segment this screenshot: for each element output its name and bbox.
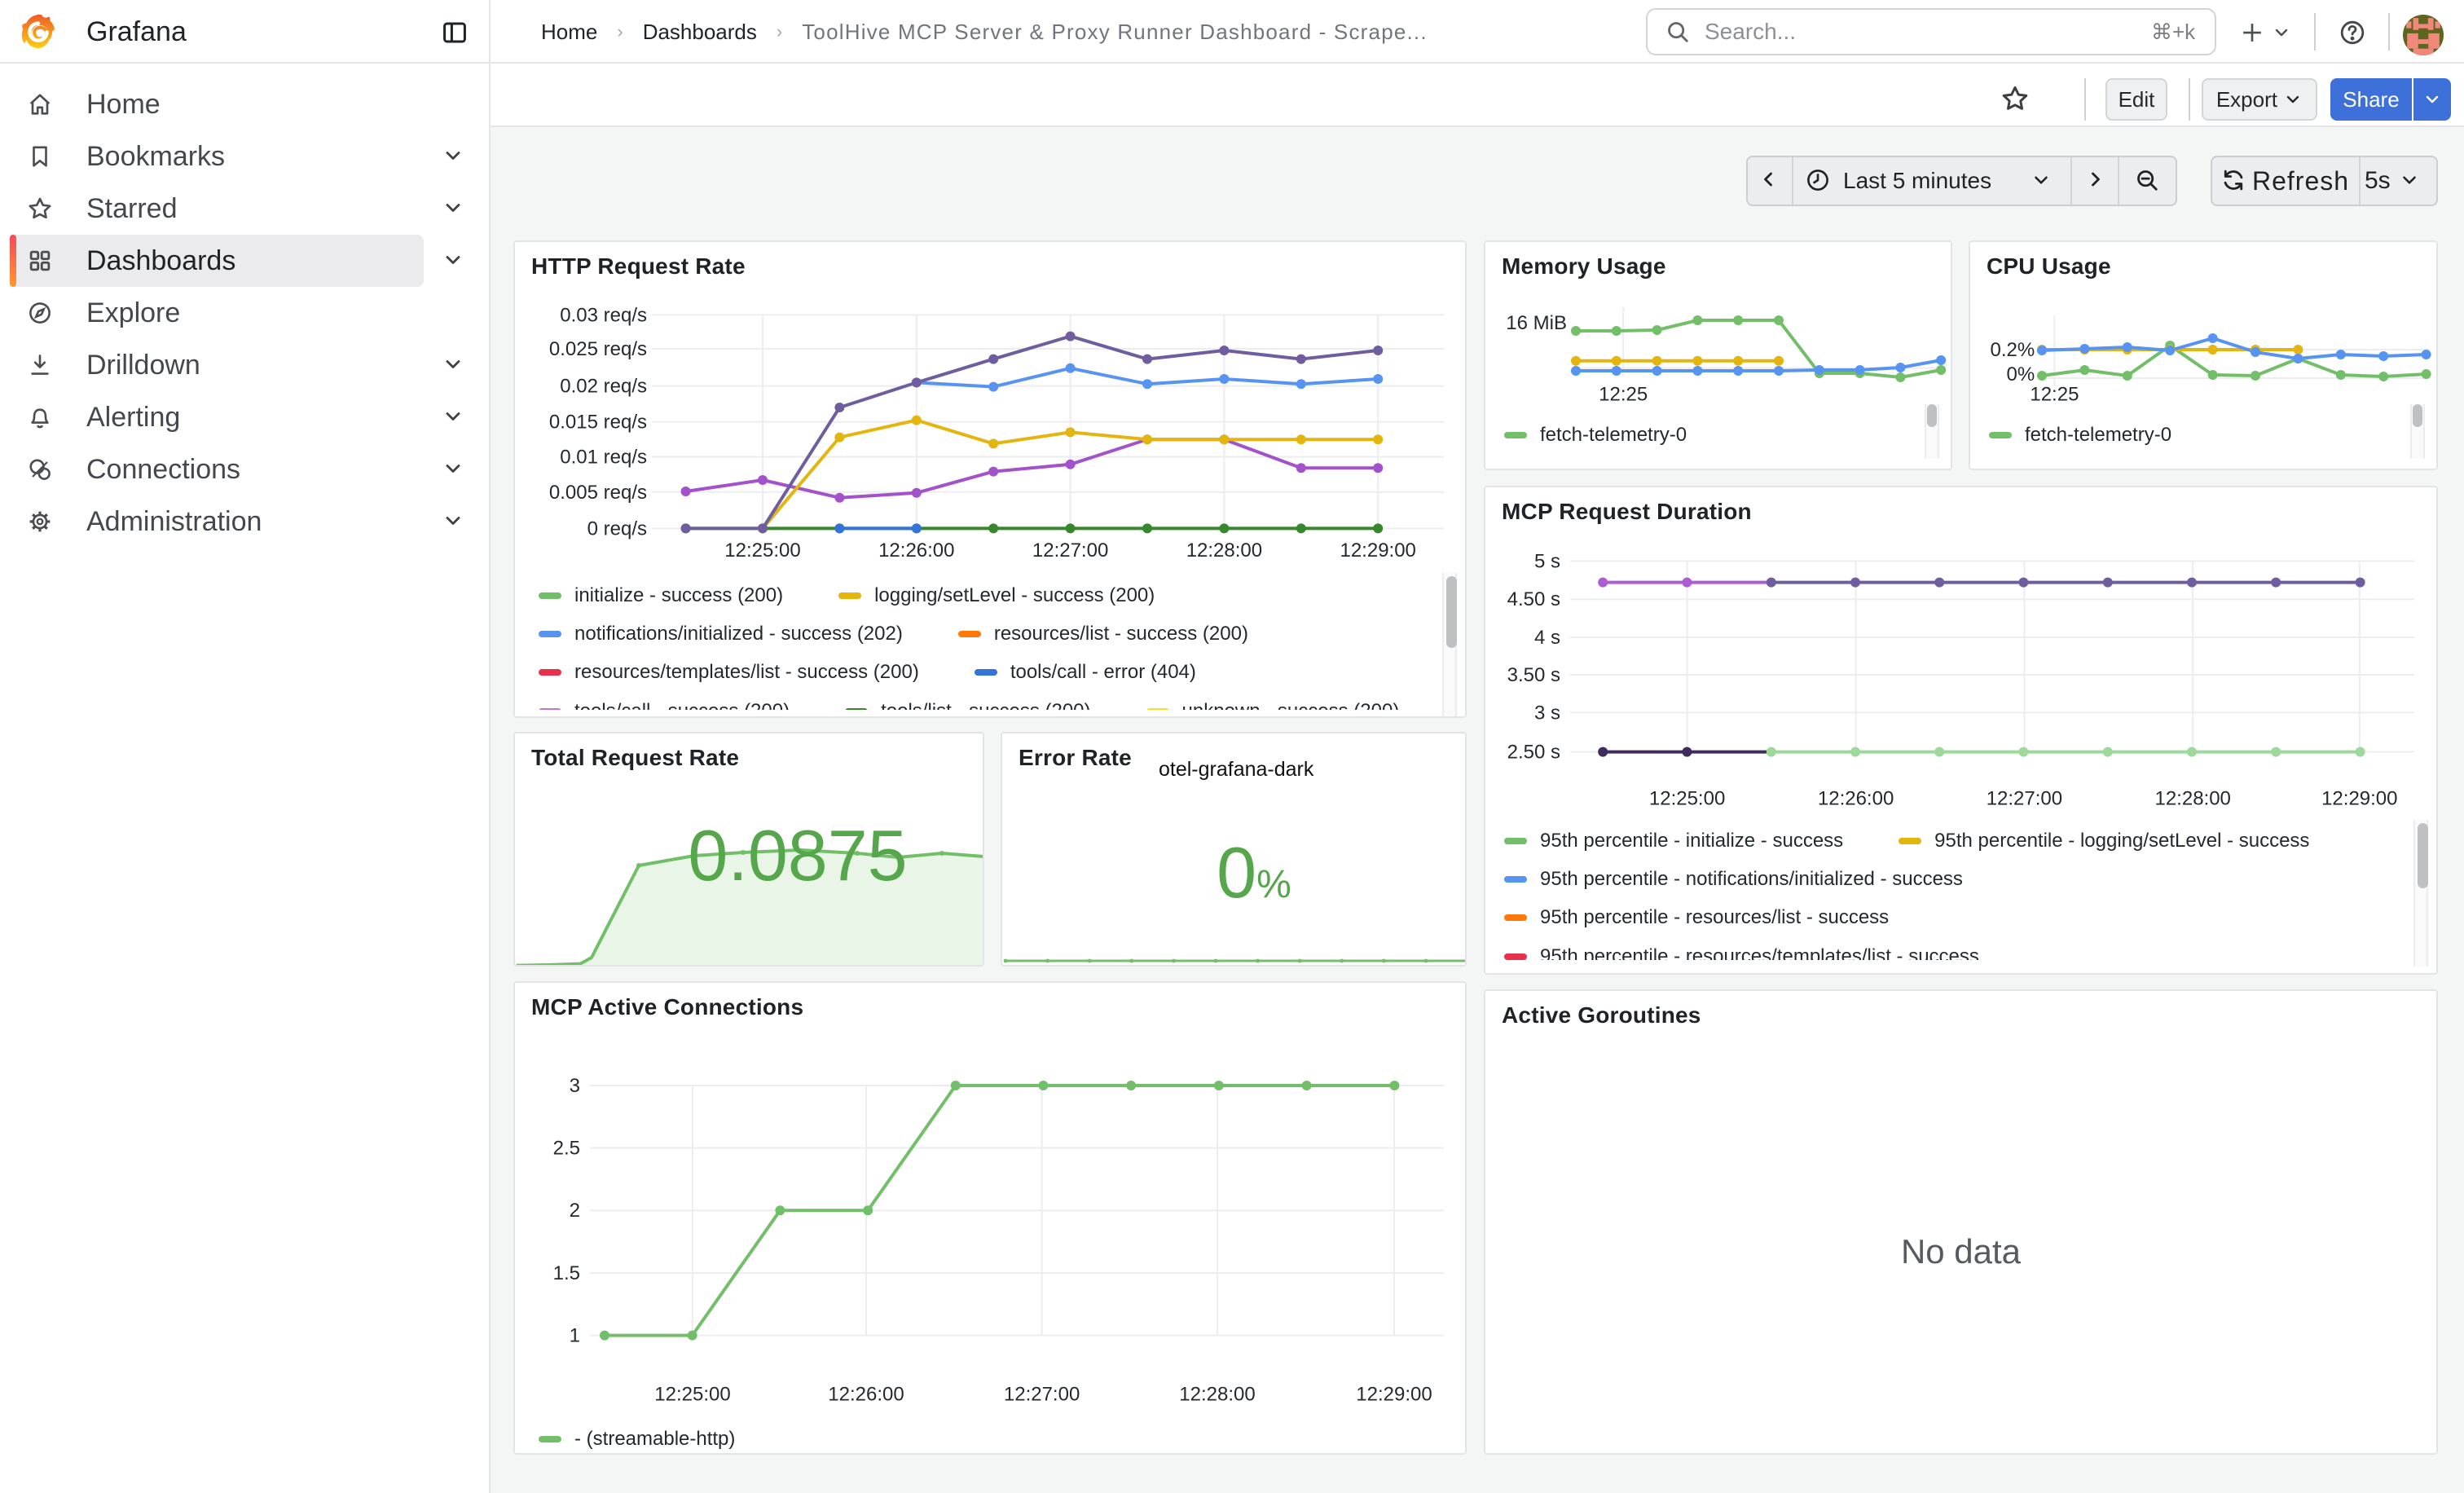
svg-text:12:25:00: 12:25:00 (1649, 788, 1725, 810)
svg-text:0%: 0% (2007, 363, 2035, 385)
svg-text:2: 2 (570, 1200, 580, 1222)
svg-text:12:29:00: 12:29:00 (1340, 540, 1415, 562)
svg-text:0.015 req/s: 0.015 req/s (549, 412, 647, 434)
svg-text:1.5: 1.5 (553, 1262, 580, 1284)
svg-text:12:28:00: 12:28:00 (1186, 540, 1262, 562)
svg-text:0.025 req/s: 0.025 req/s (549, 338, 647, 360)
svg-text:5 s: 5 s (1534, 550, 1560, 572)
svg-text:12:27:00: 12:27:00 (1004, 1383, 1080, 1405)
svg-text:12:29:00: 12:29:00 (1356, 1383, 1432, 1405)
svg-text:12:27:00: 12:27:00 (1032, 540, 1108, 562)
svg-text:0.02 req/s: 0.02 req/s (560, 376, 647, 398)
svg-text:3: 3 (570, 1075, 580, 1097)
svg-text:3 s: 3 s (1534, 702, 1560, 724)
svg-text:12:25:00: 12:25:00 (724, 540, 800, 562)
svg-text:12:28:00: 12:28:00 (2154, 788, 2230, 810)
svg-text:0.005 req/s: 0.005 req/s (549, 482, 647, 504)
svg-text:2.50 s: 2.50 s (1507, 742, 1560, 764)
svg-text:12:26:00: 12:26:00 (828, 1383, 904, 1405)
svg-text:16 MiB: 16 MiB (1506, 312, 1567, 334)
svg-text:0 req/s: 0 req/s (587, 517, 647, 540)
svg-text:3.50 s: 3.50 s (1507, 664, 1560, 686)
svg-text:12:25: 12:25 (1599, 384, 1648, 406)
svg-text:12:28:00: 12:28:00 (1179, 1383, 1255, 1405)
svg-text:12:26:00: 12:26:00 (1818, 788, 1894, 810)
svg-text:0.2%: 0.2% (1990, 339, 2035, 361)
svg-text:4 s: 4 s (1534, 627, 1560, 649)
svg-text:0.03 req/s: 0.03 req/s (560, 304, 647, 326)
svg-text:2.5: 2.5 (553, 1138, 580, 1160)
svg-text:12:25:00: 12:25:00 (654, 1383, 730, 1405)
svg-text:1: 1 (570, 1325, 580, 1347)
svg-text:12:27:00: 12:27:00 (1987, 788, 2062, 810)
svg-text:12:25: 12:25 (2030, 384, 2079, 406)
svg-text:12:29:00: 12:29:00 (2321, 788, 2397, 810)
svg-text:0.01 req/s: 0.01 req/s (560, 447, 647, 469)
svg-text:12:26:00: 12:26:00 (878, 540, 954, 562)
svg-text:4.50 s: 4.50 s (1507, 588, 1560, 610)
